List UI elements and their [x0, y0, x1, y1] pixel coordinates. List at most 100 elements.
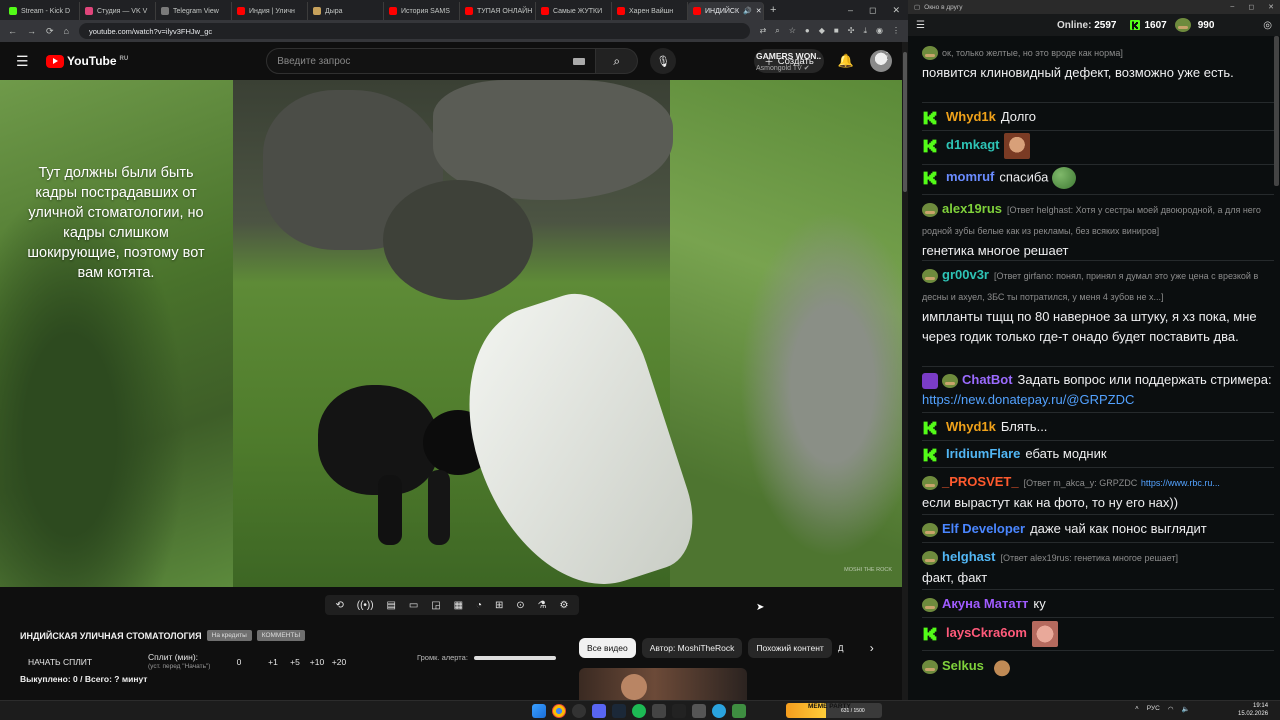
app-icon[interactable]: [652, 704, 666, 718]
chat-username[interactable]: Whyd1k: [946, 109, 996, 124]
chat-scrollbar[interactable]: [1274, 36, 1279, 186]
reply-link[interactable]: https://www.rbc.ru...: [1141, 478, 1220, 488]
download-icon[interactable]: ⤓: [863, 26, 867, 36]
chat-username[interactable]: helghast: [942, 549, 995, 564]
chip-similar[interactable]: Похожий контент: [748, 638, 832, 658]
extension-icon[interactable]: ●: [805, 26, 810, 36]
add-10-button[interactable]: +10: [306, 657, 328, 667]
chat-username[interactable]: alex19rus: [942, 201, 1002, 216]
start-split-button[interactable]: НАЧАТЬ СПЛИТ: [28, 657, 148, 667]
video-player[interactable]: Тут должны были быть кадры пострадавших …: [0, 80, 902, 587]
search-button[interactable]: ⌕: [596, 48, 639, 74]
chip-more[interactable]: Д: [838, 638, 848, 658]
chrome-icon[interactable]: [552, 704, 566, 718]
minimize-button[interactable]: –: [848, 5, 853, 16]
alert-volume-slider[interactable]: [473, 655, 556, 660]
add-clip-icon[interactable]: ⊞: [495, 600, 503, 611]
subtitles-icon[interactable]: ▦: [454, 600, 463, 611]
recommended-channel[interactable]: Asmongold TV ✔: [756, 64, 810, 72]
chat-username[interactable]: laysCkra6om: [946, 625, 1027, 640]
settings-icon[interactable]: ◎: [1263, 20, 1272, 31]
volume-icon[interactable]: 🔈: [1182, 705, 1190, 713]
app-icon[interactable]: [692, 704, 706, 718]
chat-username[interactable]: Elf Developer: [942, 521, 1025, 536]
chat-username[interactable]: _PROSVET_: [942, 474, 1019, 489]
app-icon[interactable]: [672, 704, 686, 718]
wifi-icon[interactable]: ◠: [1168, 705, 1174, 713]
lab-icon[interactable]: ⚗: [538, 600, 547, 611]
voice-search-button[interactable]: 🎙: [650, 48, 677, 74]
browser-tab[interactable]: ТУПАЯ ОНЛАЙН: [460, 2, 536, 20]
tab-close-icon[interactable]: ✕: [756, 7, 762, 15]
translate-icon[interactable]: ⇄: [760, 26, 767, 36]
playlist-icon[interactable]: ▤: [387, 600, 396, 611]
chat-username[interactable]: IridiumFlare: [946, 446, 1020, 461]
maximize-button[interactable]: ◻: [869, 5, 876, 16]
close-button[interactable]: ✕: [1268, 3, 1274, 11]
chat-username[interactable]: Whyd1k: [946, 419, 996, 434]
browser-tab-active[interactable]: ИНДИЙСК 🔊 ✕: [688, 2, 764, 20]
profile-icon[interactable]: ◉: [876, 26, 883, 36]
add-5-button[interactable]: +5: [284, 657, 306, 667]
tray-up-icon[interactable]: ˄: [1135, 705, 1139, 713]
speed-icon[interactable]: ◔: [476, 600, 482, 611]
url-field[interactable]: youtube.com/watch?v=ilyv3FHJw_gc: [78, 23, 750, 39]
browser-tab[interactable]: Харен Вайшн: [612, 2, 688, 20]
discord-icon[interactable]: [592, 704, 606, 718]
zoom-icon[interactable]: ⌕: [775, 26, 779, 36]
youtube-logo[interactable]: YouTube RU: [46, 54, 128, 68]
telegram-icon[interactable]: [712, 704, 726, 718]
chat-username[interactable]: momruf: [946, 169, 994, 184]
donate-link[interactable]: https://new.donatepay.ru/@GRPZDC: [922, 392, 1134, 407]
bookmark-star-icon[interactable]: ☆: [789, 26, 796, 36]
chip-author[interactable]: Автор: MoshiTheRock: [641, 638, 743, 658]
reload-icon[interactable]: ⟳: [46, 26, 54, 37]
browser-tab[interactable]: Stream - Kick D: [4, 2, 80, 20]
keyboard-icon[interactable]: [573, 57, 586, 65]
add-1-button[interactable]: +1: [262, 657, 284, 667]
app-icon[interactable]: [732, 704, 746, 718]
browser-tab[interactable]: Студия — VK V: [80, 2, 156, 20]
browser-tab[interactable]: История SAMS: [384, 2, 460, 20]
chat-username[interactable]: Selkus: [942, 658, 984, 673]
forward-icon[interactable]: →: [27, 26, 36, 36]
extension-icon[interactable]: ◆: [819, 26, 825, 36]
settings-gear-icon[interactable]: ⚙: [560, 600, 569, 611]
home-icon[interactable]: ⌂: [64, 26, 69, 36]
chat-username[interactable]: ChatBot: [962, 372, 1013, 387]
windows-start-icon[interactable]: [532, 704, 546, 718]
browser-tab[interactable]: Самые ЖУТКИ: [536, 2, 612, 20]
recommended-title[interactable]: GAMERS WON..: [756, 51, 821, 61]
more-options-icon[interactable]: ⋮: [882, 51, 892, 62]
picture-in-picture-icon[interactable]: ◲: [431, 600, 440, 611]
chat-username[interactable]: gr00v3r: [942, 267, 989, 282]
page-scrollbar-thumb[interactable]: [903, 52, 907, 192]
spotify-icon[interactable]: [632, 704, 646, 718]
chat-username[interactable]: d1mkagt: [946, 137, 999, 152]
browser-tab[interactable]: Telegram View: [156, 2, 232, 20]
browser-tab[interactable]: Индия | Уличн: [232, 2, 308, 20]
broadcast-icon[interactable]: ((•)): [357, 600, 374, 611]
steam-icon[interactable]: [612, 704, 626, 718]
notifications-bell-icon[interactable]: 🔔: [838, 53, 854, 69]
folder-icon[interactable]: ▭: [409, 600, 418, 611]
new-tab-button[interactable]: +: [770, 4, 776, 16]
add-20-button[interactable]: +20: [328, 657, 350, 667]
chat-username[interactable]: Акуна Мататт: [942, 596, 1028, 611]
loop-icon[interactable]: ⟲: [335, 600, 343, 611]
chevron-right-icon[interactable]: ›: [870, 641, 874, 655]
back-icon[interactable]: ←: [8, 26, 17, 36]
search-input[interactable]: Введите запрос: [266, 48, 597, 74]
chip-all-videos[interactable]: Все видео: [579, 638, 636, 658]
browser-tab[interactable]: Дырa: [308, 2, 384, 20]
close-button[interactable]: ✕: [892, 5, 900, 16]
minimize-button[interactable]: –: [1230, 3, 1234, 11]
obs-icon[interactable]: [572, 704, 586, 718]
puzzle-icon[interactable]: ✣: [848, 26, 855, 36]
lang-indicator[interactable]: РУС: [1147, 705, 1160, 713]
clock[interactable]: 19:14 15.02.2026: [1238, 702, 1268, 718]
maximize-button[interactable]: ◻: [1248, 3, 1254, 11]
extension-icon[interactable]: ■: [834, 26, 839, 36]
screenshot-icon[interactable]: ⊙: [516, 600, 524, 611]
menu-icon[interactable]: ☰: [916, 20, 925, 31]
